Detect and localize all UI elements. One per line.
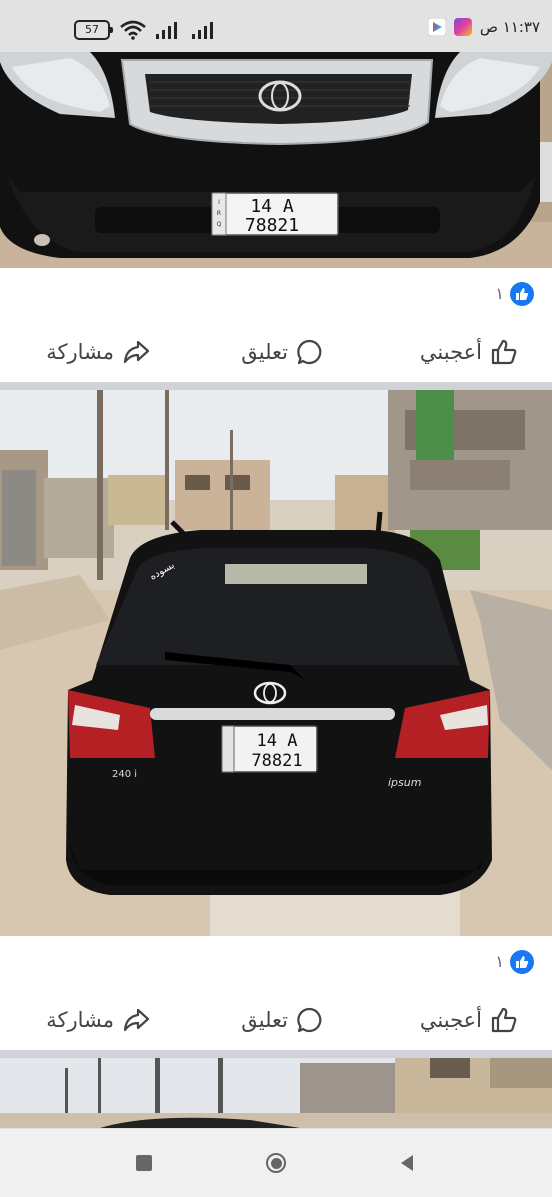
plate-code-front: 78821 <box>245 215 299 236</box>
system-nav-bar <box>0 1128 552 1197</box>
battery-level: 57 <box>85 23 99 36</box>
like-reaction-icon-2 <box>510 950 534 974</box>
plate-code-rear: 78821 <box>251 751 302 771</box>
back-icon[interactable] <box>395 1151 419 1175</box>
post-photo-next[interactable] <box>0 1058 552 1128</box>
comment-button-2[interactable]: تعليق <box>241 990 324 1050</box>
share-button-2[interactable]: مشاركة <box>46 990 150 1050</box>
reaction-count: ١ <box>495 284 504 303</box>
post-actions: أعجبني تعليق مشاركة <box>0 322 552 382</box>
comment-button[interactable]: تعليق <box>241 322 324 382</box>
thumbs-up-icon <box>491 339 517 365</box>
comment-icon <box>297 1007 322 1033</box>
like-reaction-icon <box>510 282 534 306</box>
share-icon <box>123 340 150 364</box>
comment-label-2: تعليق <box>241 1008 288 1032</box>
post-separator-2 <box>0 1050 552 1058</box>
play-store-icon <box>427 18 446 36</box>
post-actions-2: أعجبني تعليق مشاركة <box>0 990 552 1050</box>
share-label-2: مشاركة <box>46 1008 114 1032</box>
status-time: ١١:٣٧ ص <box>479 18 540 36</box>
plate-number-front: 14 A <box>250 196 294 217</box>
like-label-2: أعجبني <box>419 1008 482 1032</box>
post-photo-front[interactable]: I R Q 14 A 78821 <box>0 52 552 268</box>
like-label: أعجبني <box>419 340 482 364</box>
status-right: ١١:٣٧ ص <box>427 18 540 36</box>
home-icon[interactable] <box>264 1151 288 1175</box>
share-button[interactable]: مشاركة <box>46 322 150 382</box>
wifi-icon <box>120 20 146 40</box>
comment-label: تعليق <box>241 340 288 364</box>
share-icon <box>123 1008 150 1032</box>
post-photo-rear[interactable]: 14 A 78821 240 i ipsum بسوده <box>0 390 552 936</box>
reaction-summary[interactable]: ١ <box>0 274 552 314</box>
battery-icon: 57 <box>74 20 113 40</box>
status-bar: 57 ١١:٣٧ ص <box>0 0 552 56</box>
reaction-summary-2[interactable]: ١ <box>0 942 552 982</box>
signal-icon-2 <box>192 22 213 39</box>
share-label: مشاركة <box>46 340 114 364</box>
like-button-2[interactable]: أعجبني <box>420 990 518 1050</box>
thumbs-up-icon <box>491 1007 517 1033</box>
rear-badge-left: 240 i <box>112 769 137 780</box>
app-notification-icon <box>453 18 472 36</box>
svg-text:R: R <box>217 210 221 217</box>
status-left-icons: 57 <box>74 20 218 40</box>
rear-badge-right: ipsum <box>388 776 421 789</box>
comment-icon <box>297 339 322 365</box>
recents-icon[interactable] <box>132 1151 156 1175</box>
plate-number-rear: 14 A <box>257 731 298 751</box>
svg-text:Q: Q <box>217 221 222 228</box>
svg-text:I: I <box>218 199 220 206</box>
signal-icon <box>156 22 177 39</box>
reaction-count-2: ١ <box>495 952 504 971</box>
like-button[interactable]: أعجبني <box>420 322 518 382</box>
post-separator <box>0 382 552 390</box>
